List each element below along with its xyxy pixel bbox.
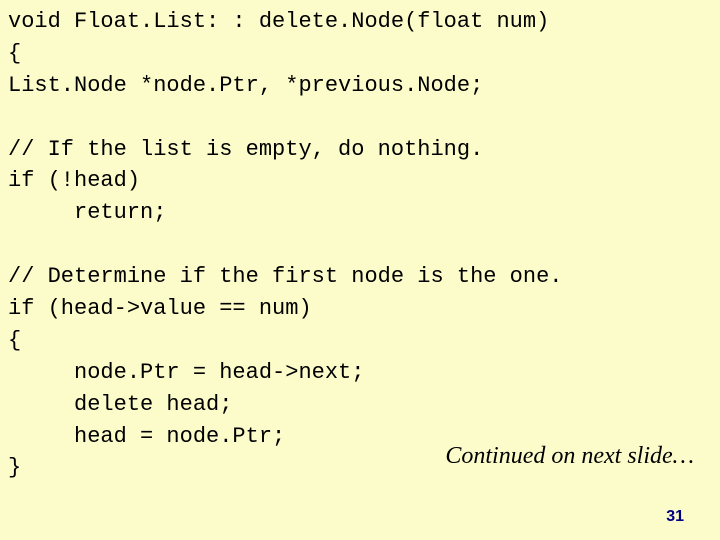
code-block: void Float.List: : delete.Node(float num… bbox=[0, 0, 720, 484]
page-number: 31 bbox=[666, 508, 684, 526]
continued-label: Continued on next slide… bbox=[445, 443, 694, 470]
